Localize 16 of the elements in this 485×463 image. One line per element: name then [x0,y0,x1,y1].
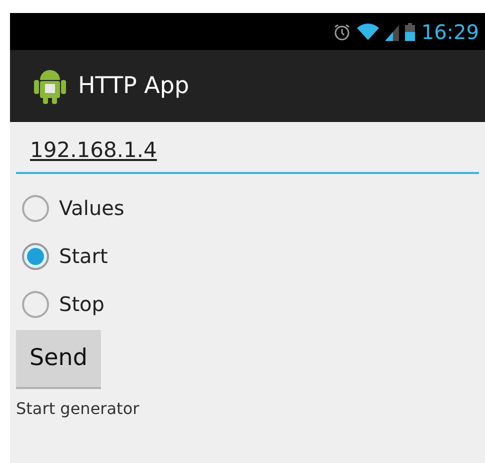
radio-label: Stop [59,291,104,318]
address-field[interactable]: 192.168.1.4 [16,132,479,174]
wifi-icon [357,22,380,40]
android-robot-icon [34,68,66,104]
signal-icon [385,22,400,40]
battery-icon [405,22,416,40]
radio-button[interactable] [22,194,49,222]
radio-label: Values [59,195,124,222]
radio-button[interactable] [22,242,49,270]
send-button[interactable]: Send [16,330,101,389]
alarm-clock-icon [333,22,352,40]
clock-time: 16:29 [421,18,479,46]
radio-label: Start [59,243,108,270]
radio-button[interactable] [22,290,49,318]
app-title: HTTP App [78,72,190,101]
status-text: Start generator [16,398,140,420]
